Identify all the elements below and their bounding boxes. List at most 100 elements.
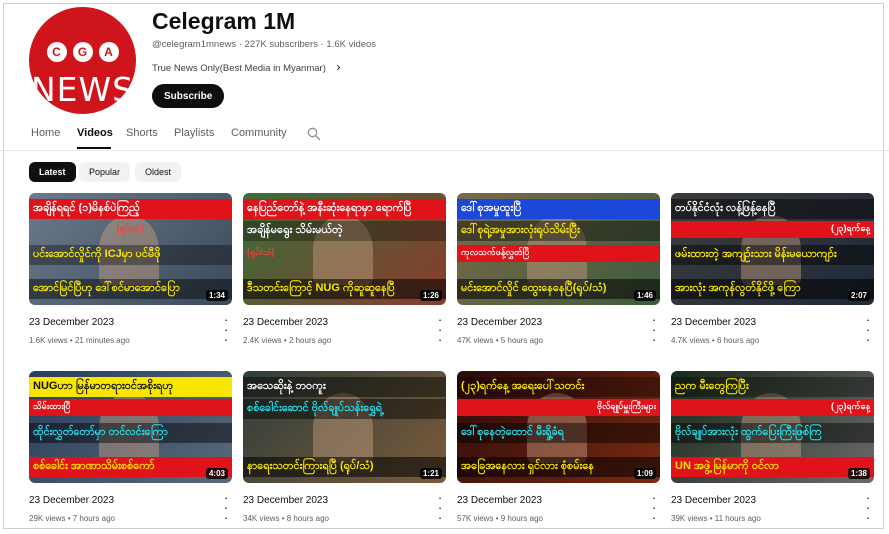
- filter-popular[interactable]: Popular: [79, 162, 131, 182]
- avatar-letter: G: [72, 42, 93, 62]
- video-title[interactable]: 23 December 2023: [29, 317, 114, 328]
- meta-separator: •: [65, 514, 73, 523]
- video-meta: 57K views • 9 hours ago: [457, 514, 543, 523]
- video-card[interactable]: (၂၃)ရက်နေ့ အရေးပေါ်သတင်း ဗိုလ်ချုပ်မှူးကြ…: [457, 371, 660, 531]
- video-thumbnail[interactable]: အချိန်ရရင် (၁)မိနစ်ပဲကြည့် (ရုပ်/သံ) ပင်းအ…: [29, 193, 232, 305]
- more-options-icon[interactable]: · · ·: [864, 491, 872, 524]
- video-views: 34K views: [243, 514, 280, 523]
- video-age: 8 hours ago: [286, 514, 329, 523]
- subscribe-button[interactable]: Subscribe: [152, 84, 225, 108]
- video-title[interactable]: 23 December 2023: [29, 495, 114, 506]
- video-duration: 2:07: [847, 290, 870, 301]
- video-title[interactable]: 23 December 2023: [243, 317, 328, 328]
- video-card[interactable]: နေပြည်တော်နဲ့ အနီးဆုံးနေရာမှာ ရောက်ပြီ အခ…: [243, 193, 446, 353]
- thumbnail-caption: ဗိုလ်ချုပ်မှူးကြီးများ: [457, 399, 660, 416]
- channel-tabs: Home Videos Shorts Playlists Community: [0, 118, 889, 151]
- video-title[interactable]: 23 December 2023: [457, 495, 542, 506]
- more-options-icon[interactable]: · · ·: [222, 313, 230, 346]
- video-thumbnail[interactable]: ညက မီးတွေကြပြီး (၂၃)ရက်နေ့ ဗိုလ်ချုပ်အားလု…: [671, 371, 874, 483]
- video-thumbnail[interactable]: ဒေါ်စုအမှုထူးပြီ ဒေါ်စုရဲ့အမှုအားလုံးရုပ်…: [457, 193, 660, 305]
- channel-avatar[interactable]: CGA NEWS: [29, 7, 136, 114]
- video-thumbnail[interactable]: တပ်နိုင်ငံလုံး လန့်ဖြန့်နေပြီ (၂၃)ရက်နေ့ဖ…: [671, 193, 874, 305]
- video-card[interactable]: တပ်နိုင်ငံလုံး လန့်ဖြန့်နေပြီ (၂၃)ရက်နေ့ဖ…: [671, 193, 874, 353]
- video-thumbnail[interactable]: အသေဆိုးနဲ့ ဘဝကူး စစ်ခေါင်းဆောင် ဗိုလ်ချုပ…: [243, 371, 446, 483]
- meta-separator: •: [279, 514, 287, 523]
- video-meta: 39K views • 11 hours ago: [671, 514, 761, 523]
- video-title[interactable]: 23 December 2023: [243, 495, 328, 506]
- thumbnail-caption: ဗိုလ်ချုပ်အားလုံး ထွက်ပြေးကြီးဖြစ်ကြ: [671, 423, 874, 443]
- more-options-icon[interactable]: · · ·: [222, 491, 230, 524]
- video-meta: 29K views • 7 hours ago: [29, 514, 115, 523]
- video-title[interactable]: 23 December 2023: [671, 495, 756, 506]
- video-thumbnail[interactable]: နေပြည်တော်နဲ့ အနီးဆုံးနေရာမှာ ရောက်ပြီ အခ…: [243, 193, 446, 305]
- video-views: 47K views: [457, 336, 494, 345]
- thumbnail-caption: စစ်ခေါင်းဆောင် ဗိုလ်ချုပ်သန်းရွှေရဲ့: [243, 399, 446, 419]
- video-meta: 4.7K views • 6 hours ago: [671, 336, 759, 345]
- thumbnail-caption: နေပြည်တော်နဲ့ အနီးဆုံးနေရာမှာ ရောက်ပြီ: [243, 199, 446, 219]
- tab-community[interactable]: Community: [231, 127, 287, 139]
- video-title[interactable]: 23 December 2023: [457, 317, 542, 328]
- thumbnail-caption: (၂၃)ရက်နေ့: [671, 221, 874, 238]
- video-duration: 1:26: [419, 290, 442, 301]
- thumbnail-caption: အောင်မြင်ပြီဟု ဒေါ်စင်မာအောင်ပြော: [29, 279, 232, 299]
- thumbnail-caption: ဖမ်းထားတဲ့ အကျဉ်းသား မိန်းမယောကျာ်း: [671, 245, 874, 265]
- meta-separator: •: [709, 336, 717, 345]
- video-card[interactable]: အချိန်ရရင် (၁)မိနစ်ပဲကြည့် (ရုပ်/သံ) ပင်းအ…: [29, 193, 232, 353]
- thumbnail-caption: အချိန်ရရင် (၁)မိနစ်ပဲကြည့်: [29, 199, 232, 219]
- video-card[interactable]: ညက မီးတွေကြပြီး (၂၃)ရက်နေ့ ဗိုလ်ချုပ်အားလု…: [671, 371, 874, 531]
- thumbnail-caption: မင်းအောင်လှိုင် ထွေးနေနေပြီ(ရုပ်/သံ): [457, 279, 660, 299]
- thumbnail-caption: သိမ်းထားပြီ: [29, 399, 232, 416]
- video-card[interactable]: အသေဆိုးနဲ့ ဘဝကူး စစ်ခေါင်းဆောင် ဗိုလ်ချုပ…: [243, 371, 446, 531]
- video-views: 2.4K views: [243, 336, 282, 345]
- video-thumbnail[interactable]: (၂၃)ရက်နေ့ အရေးပေါ်သတင်း ဗိုလ်ချုပ်မှူးကြ…: [457, 371, 660, 483]
- video-meta: 47K views • 5 hours ago: [457, 336, 543, 345]
- tab-shorts[interactable]: Shorts: [126, 127, 158, 139]
- thumbnail-caption: ဒေါ်စုနေတဲ့ထောင် မီးရှို့ခံရ: [457, 423, 660, 443]
- tab-videos[interactable]: Videos: [77, 127, 113, 139]
- video-duration: 4:03: [205, 468, 228, 479]
- filter-latest[interactable]: Latest: [29, 162, 76, 182]
- thumbnail-caption: အခြေအနေလား ရှင်လား စုံစမ်းနေ: [457, 457, 660, 477]
- video-views: 4.7K views: [671, 336, 710, 345]
- thumbnail-caption: အသေဆိုးနဲ့ ဘဝကူး: [243, 377, 446, 397]
- more-options-icon[interactable]: · · ·: [436, 491, 444, 524]
- thumbnail-caption: NUGဟာ မြန်မာတရားဝင်အစိုးရဟု: [29, 377, 232, 397]
- video-duration: 1:21: [419, 468, 442, 479]
- video-thumbnail[interactable]: NUGဟာ မြန်မာတရားဝင်အစိုးရဟုသိမ်းထားပြီထိ…: [29, 371, 232, 483]
- avatar-letter: A: [98, 42, 119, 62]
- channel-description-link[interactable]: True News Only(Best Media in Myanmar) ›: [152, 60, 341, 74]
- avatar-logo-word: NEWS: [30, 70, 135, 109]
- more-options-icon[interactable]: · · ·: [864, 313, 872, 346]
- tab-playlists[interactable]: Playlists: [174, 127, 214, 139]
- chevron-right-icon: ›: [336, 60, 341, 74]
- video-title[interactable]: 23 December 2023: [671, 317, 756, 328]
- channel-subscribers: 227K subscribers: [244, 39, 318, 50]
- channel-handle: @celegram1mnews: [152, 39, 237, 50]
- video-views: 29K views: [29, 514, 66, 523]
- video-views: 1.6K views: [29, 336, 68, 345]
- filter-oldest[interactable]: Oldest: [135, 162, 182, 182]
- thumbnail-caption: ထိုင်းလွှတ်တော်မှာ တင်လင်းကြော: [29, 423, 232, 443]
- video-meta: 1.6K views • 21 minutes ago: [29, 336, 130, 345]
- avatar-logo-letters: CGA: [29, 42, 136, 62]
- tab-home[interactable]: Home: [31, 127, 60, 139]
- channel-meta: @celegram1mnews · 227K subscribers · 1.6…: [152, 39, 376, 50]
- video-meta: 34K views • 8 hours ago: [243, 514, 329, 523]
- thumbnail-caption: အားလုံး အကုန်လွတ်နိုင်ဖို့ ကြော: [671, 279, 874, 299]
- thumbnail-caption: တပ်နိုင်ငံလုံး လန့်ဖြန့်နေပြီ: [671, 199, 874, 219]
- thumbnail-caption: ညက မီးတွေကြပြီး: [671, 377, 874, 397]
- more-options-icon[interactable]: · · ·: [436, 313, 444, 346]
- thumbnail-caption: စစ်ခေါင်း အာဏာသိမ်းစစ်ကော်: [29, 457, 232, 477]
- video-duration: 1:38: [847, 468, 870, 479]
- thumbnail-caption: (ရုပ်/သံ): [247, 247, 275, 257]
- more-options-icon[interactable]: · · ·: [650, 313, 658, 346]
- thumbnail-caption: ကုလသက်ဖန့်လွှတ်ပြီ: [457, 245, 660, 262]
- video-age: 7 hours ago: [72, 514, 115, 523]
- more-options-icon[interactable]: · · ·: [650, 491, 658, 524]
- search-icon[interactable]: [307, 127, 321, 141]
- thumbnail-caption: (ရုပ်/သံ): [116, 223, 145, 233]
- thumbnail-caption: UN အဖွဲ့ မြန်မာကို ဝင်လာ: [671, 457, 874, 477]
- video-card[interactable]: NUGဟာ မြန်မာတရားဝင်အစိုးရဟုသိမ်းထားပြီထိ…: [29, 371, 232, 531]
- video-card[interactable]: ဒေါ်စုအမှုထူးပြီ ဒေါ်စုရဲ့အမှုအားလုံးရုပ်…: [457, 193, 660, 353]
- video-views: 57K views: [457, 514, 494, 523]
